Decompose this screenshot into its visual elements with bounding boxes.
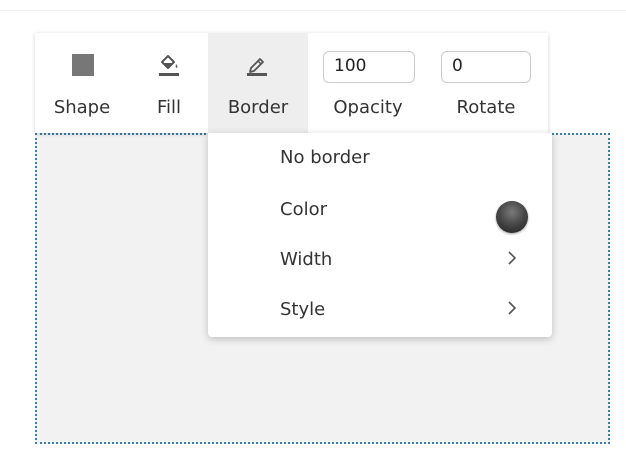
- fill-label: Fill: [156, 97, 182, 118]
- fill-button[interactable]: Fill: [141, 33, 205, 133]
- menu-item-label: Width: [280, 249, 333, 270]
- shape-label: Shape: [53, 97, 111, 118]
- rotate-control: 0 Rotate: [431, 33, 541, 133]
- menu-item-label: Style: [280, 299, 326, 320]
- opacity-control: 100 Opacity: [311, 33, 421, 133]
- chevron-right-icon: [506, 300, 518, 316]
- top-divider: [0, 10, 626, 11]
- color-swatch[interactable]: [496, 201, 528, 233]
- menu-item-no-border[interactable]: No border: [208, 133, 552, 183]
- shape-button[interactable]: Shape: [35, 33, 130, 133]
- border-button[interactable]: Border: [208, 33, 308, 133]
- menu-item-label: No border: [280, 147, 370, 168]
- rotate-input[interactable]: 0: [441, 51, 531, 83]
- menu-item-color[interactable]: Color: [208, 185, 552, 235]
- paint-bucket-icon: [158, 53, 180, 81]
- border-label: Border: [227, 97, 289, 118]
- chevron-right-icon: [506, 250, 518, 266]
- menu-item-style[interactable]: Style: [208, 285, 552, 335]
- opacity-label: Opacity: [333, 97, 403, 118]
- rotate-label: Rotate: [456, 97, 516, 118]
- pencil-icon: [246, 53, 268, 81]
- menu-item-width[interactable]: Width: [208, 235, 552, 285]
- opacity-input[interactable]: 100: [323, 51, 415, 83]
- square-icon: [72, 54, 94, 80]
- border-dropdown-menu: No border Color Width Style: [208, 133, 552, 337]
- shape-toolbar: Shape Fill Border 100 Opacity 0 Rotate: [35, 33, 548, 133]
- menu-item-label: Color: [280, 199, 327, 220]
